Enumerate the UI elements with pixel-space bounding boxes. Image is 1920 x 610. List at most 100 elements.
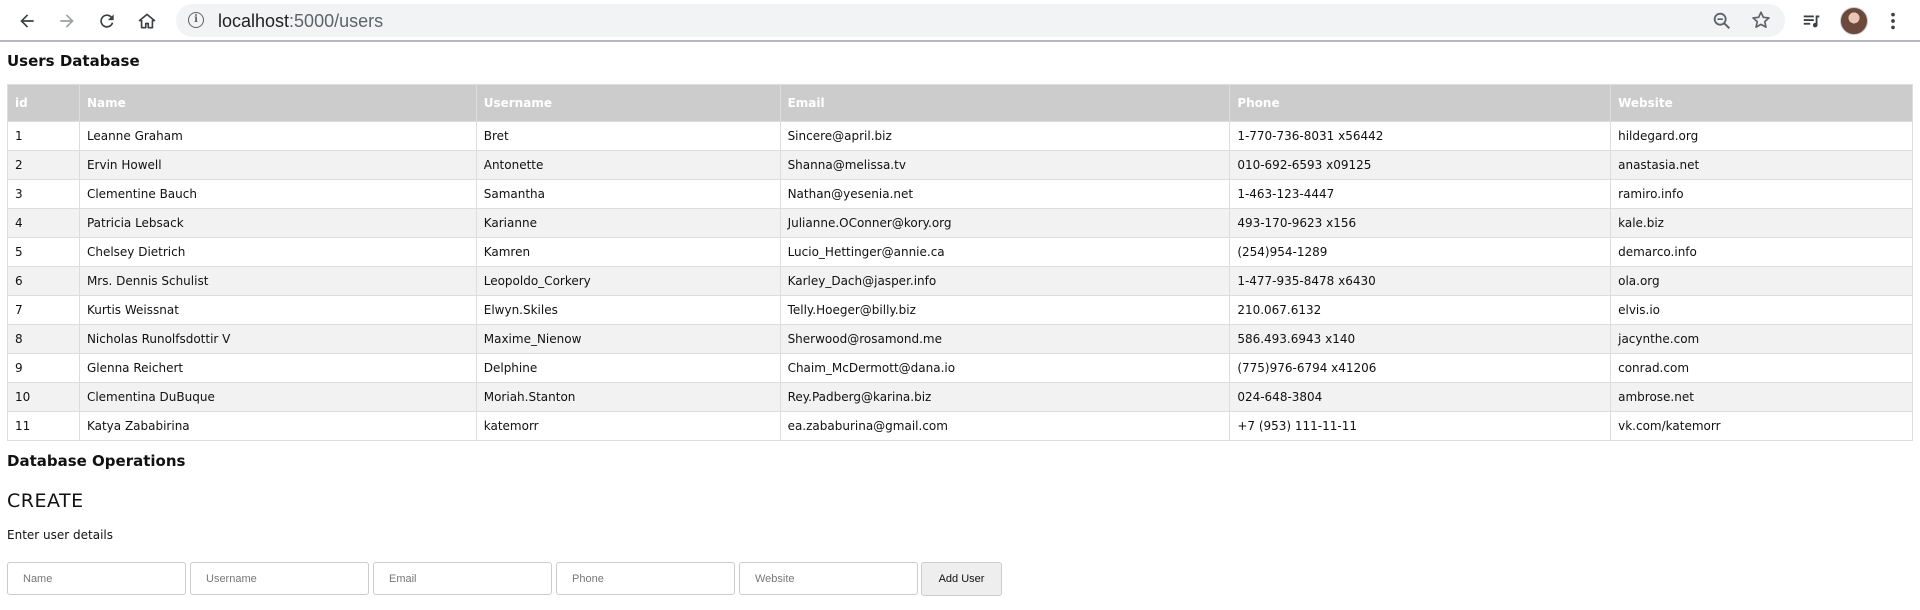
- media-playlist-icon[interactable]: [1799, 8, 1825, 34]
- table-row: 11 Katya Zababirina katemorr ea.zababurina@…: [7, 411, 1913, 441]
- cell-website: conrad.com: [1610, 353, 1913, 383]
- cell-phone: 210.067.6132: [1229, 295, 1612, 325]
- cell-email: Sherwood@rosamond.me: [779, 324, 1231, 354]
- cell-website: kale.biz: [1610, 208, 1913, 238]
- kebab-menu-icon[interactable]: [1880, 8, 1906, 34]
- cell-name: Ervin Howell: [78, 150, 477, 180]
- cell-name: Patricia Lebsack: [78, 208, 477, 238]
- zoom-icon[interactable]: [1711, 10, 1733, 32]
- cell-phone: 586.493.6943 x140: [1229, 324, 1612, 354]
- table-row: 9 Glenna Reichert Delphine Chaim_McDermott@…: [7, 353, 1913, 383]
- cell-email: Telly.Hoeger@billy.biz: [779, 295, 1231, 325]
- cell-website: anastasia.net: [1610, 150, 1913, 180]
- create-hint: Enter user details: [7, 528, 113, 542]
- cell-id: 5: [7, 237, 80, 267]
- cell-name: Katya Zababirina: [78, 411, 477, 441]
- cell-id: 6: [7, 266, 80, 296]
- cell-phone: 1-477-935-8478 x6430: [1229, 266, 1612, 296]
- cell-website: vk.com/katemorr: [1610, 411, 1913, 441]
- cell-email: ea.zababurina@gmail.com: [779, 411, 1231, 441]
- email-input[interactable]: [373, 562, 552, 595]
- cell-email: Rey.Padberg@karina.biz: [779, 382, 1231, 412]
- table-row: 7 Kurtis Weissnat Elwyn.Skiles Telly.Hoeger…: [7, 295, 1913, 325]
- cell-name: Clementina DuBuque: [78, 382, 477, 412]
- create-title: CREATE: [7, 490, 84, 512]
- cell-phone: 010-692-6593 x09125: [1229, 150, 1612, 180]
- column-header-id: id: [7, 84, 80, 122]
- cell-phone: +7 (953) 111-11-11: [1229, 411, 1612, 441]
- address-bar[interactable]: i localhost:5000/users: [176, 4, 1785, 37]
- column-header-username: Username: [475, 84, 781, 122]
- cell-name: Nicholas Runolfsdottir V: [78, 324, 477, 354]
- bookmark-star-icon[interactable]: [1750, 9, 1772, 31]
- cell-username: Maxime_Nienow: [475, 324, 781, 354]
- url-host: localhost: [218, 11, 290, 31]
- column-header-phone: Phone: [1229, 84, 1612, 122]
- column-header-email: Email: [779, 84, 1231, 122]
- cell-username: Karianne: [475, 208, 781, 238]
- table-row: 10 Clementina DuBuque Moriah.Stanton Rey.Pa…: [7, 382, 1913, 412]
- cell-id: 8: [7, 324, 80, 354]
- cell-id: 7: [7, 295, 80, 325]
- cell-username: Elwyn.Skiles: [475, 295, 781, 325]
- home-icon[interactable]: [134, 8, 160, 34]
- cell-website: jacynthe.com: [1610, 324, 1913, 354]
- add-user-button[interactable]: Add User: [921, 562, 1002, 596]
- cell-email: Chaim_McDermott@dana.io: [779, 353, 1231, 383]
- operations-title: Database Operations: [7, 452, 186, 470]
- cell-website: demarco.info: [1610, 237, 1913, 267]
- cell-id: 3: [7, 179, 80, 209]
- cell-username: Antonette: [475, 150, 781, 180]
- cell-email: Nathan@yesenia.net: [779, 179, 1231, 209]
- cell-username: Delphine: [475, 353, 781, 383]
- cell-email: Sincere@april.biz: [779, 121, 1231, 151]
- back-arrow-icon[interactable]: [14, 8, 40, 34]
- table-row: 6 Mrs. Dennis Schulist Leopoldo_Corkery Kar…: [7, 266, 1913, 296]
- cell-website: ramiro.info: [1610, 179, 1913, 209]
- table-row: 4 Patricia Lebsack Karianne Julianne.OConne…: [7, 208, 1913, 238]
- username-input[interactable]: [190, 562, 369, 595]
- cell-name: Clementine Bauch: [78, 179, 477, 209]
- table-row: 1 Leanne Graham Bret Sincere@april.biz 1-770…: [7, 121, 1913, 151]
- cell-id: 10: [7, 382, 80, 412]
- cell-name: Mrs. Dennis Schulist: [78, 266, 477, 296]
- cell-phone: 024-648-3804: [1229, 382, 1612, 412]
- website-input[interactable]: [739, 562, 918, 595]
- forward-arrow-icon[interactable]: [54, 8, 80, 34]
- cell-email: Karley_Dach@jasper.info: [779, 266, 1231, 296]
- cell-username: Moriah.Stanton: [475, 382, 781, 412]
- cell-website: elvis.io: [1610, 295, 1913, 325]
- cell-username: katemorr: [475, 411, 781, 441]
- cell-id: 9: [7, 353, 80, 383]
- url-path: :5000/users: [289, 11, 384, 31]
- cell-phone: (775)976-6794 x41206: [1229, 353, 1612, 383]
- reload-icon[interactable]: [94, 8, 120, 34]
- cell-id: 4: [7, 208, 80, 238]
- column-header-website: Website: [1610, 84, 1913, 122]
- cell-id: 1: [7, 121, 80, 151]
- users-table-body: 1 Leanne Graham Bret Sincere@april.biz 1-770…: [7, 121, 1913, 441]
- info-icon[interactable]: i: [188, 12, 204, 28]
- profile-avatar[interactable]: [1840, 7, 1868, 35]
- users-table: id Name Username Email Phone Website 1 Le…: [7, 84, 1913, 441]
- url-text[interactable]: localhost:5000/users: [218, 11, 383, 32]
- cell-username: Kamren: [475, 237, 781, 267]
- cell-id: 2: [7, 150, 80, 180]
- phone-input[interactable]: [556, 562, 735, 595]
- cell-phone: 1-463-123-4447: [1229, 179, 1612, 209]
- table-row: 2 Ervin Howell Antonette Shanna@melissa.tv 0…: [7, 150, 1913, 180]
- cell-id: 11: [7, 411, 80, 441]
- cell-website: hildegard.org: [1610, 121, 1913, 151]
- cell-email: Lucio_Hettinger@annie.ca: [779, 237, 1231, 267]
- cell-phone: 1-770-736-8031 x56442: [1229, 121, 1612, 151]
- cell-email: Julianne.OConner@kory.org: [779, 208, 1231, 238]
- name-input[interactable]: [7, 562, 186, 595]
- table-row: 5 Chelsey Dietrich Kamren Lucio_Hettinger@a…: [7, 237, 1913, 267]
- cell-username: Leopoldo_Corkery: [475, 266, 781, 296]
- column-header-name: Name: [78, 84, 477, 122]
- cell-website: ola.org: [1610, 266, 1913, 296]
- cell-name: Kurtis Weissnat: [78, 295, 477, 325]
- cell-name: Chelsey Dietrich: [78, 237, 477, 267]
- table-row: 8 Nicholas Runolfsdottir V Maxime_Nienow Sh…: [7, 324, 1913, 354]
- cell-website: ambrose.net: [1610, 382, 1913, 412]
